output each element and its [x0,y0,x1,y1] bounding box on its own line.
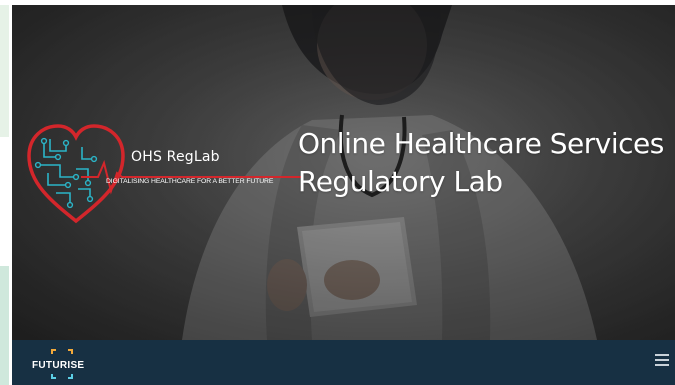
hamburger-menu-icon[interactable] [655,354,669,370]
hero-banner: OHS RegLab DIGITALISING HEALTHCARE FOR A… [12,5,675,340]
heart-circuit-icon [27,124,301,224]
hero-title-line-1: Online Healthcare Services [298,127,664,160]
left-edge-panel-top [0,5,9,137]
hero-title-line-2: Regulatory Lab [298,165,503,198]
page: OHS RegLab DIGITALISING HEALTHCARE FOR A… [0,0,675,385]
brand-name: FUTURISE [32,360,85,371]
logo-tagline: DIGITALISING HEALTHCARE FOR A BETTER FUT… [106,178,274,185]
futurise-logo[interactable]: FUTURISE [32,346,92,380]
ohs-reglab-logo[interactable]: OHS RegLab DIGITALISING HEALTHCARE FOR A… [26,123,301,228]
bottom-navbar: FUTURISE [12,340,675,385]
logo-name: OHS RegLab [131,149,220,165]
hero-title: Online Healthcare Services Regulatory La… [298,125,675,201]
left-edge-panel-bottom [0,266,9,385]
